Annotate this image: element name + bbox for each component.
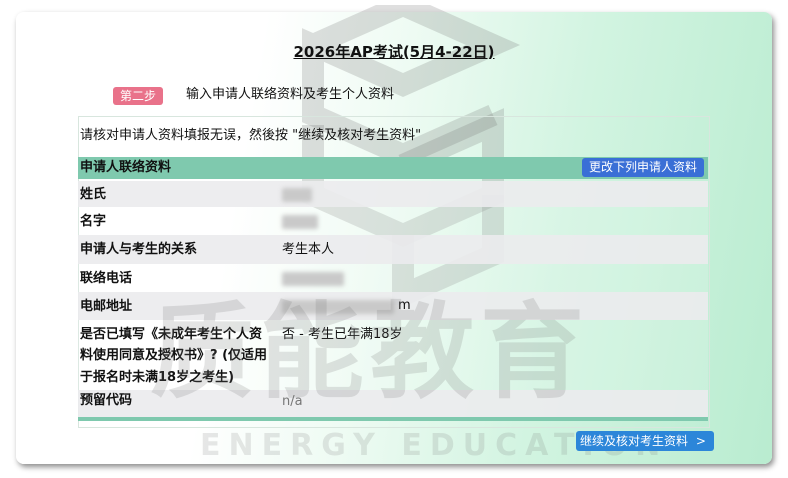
- reserved-code-value: n/a: [282, 394, 303, 409]
- table-row: [78, 181, 708, 207]
- surname-label: 姓氏: [80, 187, 107, 202]
- instruction-text: 请核对申请人资料填报无误，然後按 "继续及核对考生资料": [80, 128, 422, 143]
- step-badge: 第二步: [113, 87, 163, 105]
- chevron-right-icon: >: [695, 434, 706, 448]
- table-row: [78, 264, 708, 292]
- page-title: 2026年AP考试(5月4-22日): [293, 43, 495, 61]
- email-value-suffix: m: [398, 298, 411, 313]
- consent-label-line-3: 于报名时未满18岁之考生): [80, 370, 235, 385]
- consent-label-line-1: 是否已填写《未成年考生个人资: [80, 327, 263, 342]
- phone-label: 联络电话: [80, 271, 133, 286]
- edit-applicant-button[interactable]: 更改下列申请人资料: [582, 158, 704, 177]
- consent-value: 否 - 考生已年满18岁: [282, 327, 403, 342]
- section-title: 申请人联络资料: [80, 160, 172, 175]
- email-value-redacted: [282, 300, 394, 314]
- reserved-code-label: 预留代码: [80, 393, 133, 408]
- continue-button[interactable]: 继续及核对考生资料 >: [576, 431, 714, 451]
- relationship-label: 申请人与考生的关系: [80, 242, 198, 257]
- table-row: [78, 207, 708, 235]
- phone-value-redacted: [282, 272, 344, 286]
- consent-label-line-2: 料使用同意及授权书》? (仅适用: [80, 348, 268, 363]
- surname-value-redacted: [282, 188, 312, 202]
- relationship-value: 考生本人: [282, 242, 335, 257]
- given-name-value-redacted: [282, 215, 318, 229]
- given-name-label: 名字: [80, 214, 107, 229]
- table-footer-bar: [78, 417, 708, 421]
- email-label: 电邮地址: [80, 299, 133, 314]
- step-description: 输入申请人联络资料及考生个人资料: [186, 87, 395, 102]
- table-row: [78, 390, 708, 417]
- continue-button-label: 继续及核对考生资料: [580, 434, 689, 448]
